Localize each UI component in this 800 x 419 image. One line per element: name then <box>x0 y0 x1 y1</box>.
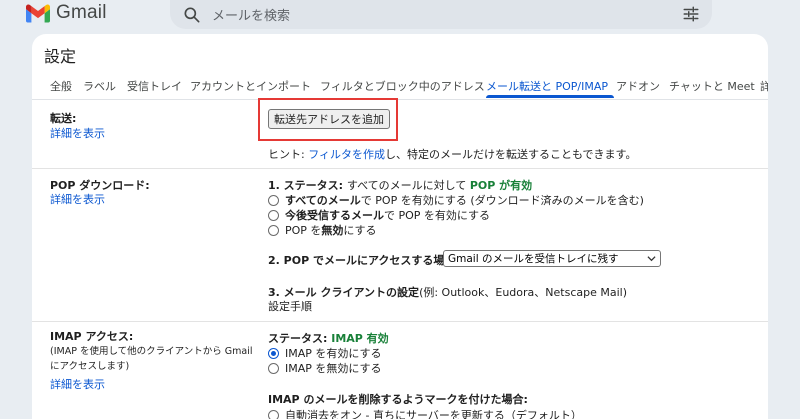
section-divider <box>32 321 768 322</box>
chevron-down-icon <box>647 256 656 262</box>
pop-option-all-mail[interactable]: すべてのメールで POP を有効にする (ダウンロード済みのメールを含む) <box>268 192 644 208</box>
imap-option-enable[interactable]: IMAP を有効にする <box>268 345 382 361</box>
tab-general[interactable]: 全般 <box>50 78 72 94</box>
hint-prefix: ヒント: <box>268 148 309 161</box>
mail-client-setup: 3. メール クライアントの設定(例: Outlook、Eudora、Netsc… <box>268 284 627 300</box>
gmail-wordmark: Gmail <box>56 2 107 23</box>
pop-option-disable[interactable]: POP を 無効 にする <box>268 222 377 238</box>
pop-status-text: すべてのメールに対して <box>346 179 470 192</box>
radio-button-checked[interactable] <box>268 347 279 359</box>
section-divider <box>32 168 768 169</box>
forwarding-hint: ヒント: フィルタを作成し、特定のメールだけを転送することもできます。 <box>268 146 636 162</box>
search-options-icon[interactable] <box>682 5 700 23</box>
pop-status: 1. ステータス: すべてのメールに対して POP が有効 <box>268 177 532 193</box>
imap-status-prefix: ステータス: <box>268 332 332 345</box>
pop-access-label: 2. POP でメールにアクセスする場合 <box>268 254 456 267</box>
tab-chat-meet[interactable]: チャットと Meet <box>669 78 755 94</box>
imap-delete-option-auto-expunge[interactable]: 自動消去をオン - 直ちにサーバーを更新する（デフォルト） <box>268 407 582 419</box>
gmail-m-icon <box>26 4 50 22</box>
tab-forwarding-pop-imap[interactable]: メール転送と POP/IMAP <box>486 78 608 94</box>
pop-option-new-mail[interactable]: 今後受信するメールで POP を有効にする <box>268 207 490 223</box>
tab-inbox[interactable]: 受信トレイ <box>127 78 182 94</box>
client-examples: (例: Outlook、Eudora、Netscape Mail) <box>419 286 627 299</box>
option-bold-text: 今後受信するメール <box>285 209 384 222</box>
gmail-logo[interactable]: Gmail <box>26 2 107 24</box>
option-prefix-text: POP を <box>285 224 322 237</box>
pop-access-select[interactable]: Gmail のメールを受信トレイに残す <box>443 250 661 267</box>
tabs-divider <box>32 99 768 100</box>
hint-suffix: し、特定のメールだけを転送することもできます。 <box>384 148 637 161</box>
tab-more[interactable]: 詳 <box>760 78 768 94</box>
tab-labels[interactable]: ラベル <box>83 78 116 94</box>
radio-button[interactable] <box>268 209 279 221</box>
imap-note: (IMAP を使用して他のクライアントから Gmail にアクセスします) <box>50 346 253 372</box>
forwarding-details-link[interactable]: 詳細を表示 <box>50 125 105 141</box>
radio-button[interactable] <box>268 224 279 236</box>
option-bold-text: 無効 <box>321 224 344 237</box>
option-bold-text: すべてのメール <box>285 194 361 207</box>
forwarding-label: 転送: <box>50 112 77 125</box>
pop-status-value: POP が有効 <box>469 179 533 192</box>
option-text: 自動消去をオン - 直ちにサーバーを更新する（デフォルト） <box>285 409 582 419</box>
search-bar[interactable]: メールを検索 <box>170 0 712 29</box>
tab-addons[interactable]: アドオン <box>616 78 660 94</box>
setup-instructions-link[interactable]: 設定手順 <box>268 298 312 314</box>
create-filter-link[interactable]: フィルタを作成 <box>308 148 385 161</box>
radio-button[interactable] <box>268 409 279 419</box>
add-forwarding-address-button[interactable]: 転送先アドレスを追加 <box>268 109 390 129</box>
imap-option-disable[interactable]: IMAP を無効にする <box>268 360 382 376</box>
imap-delete-label: IMAP のメールを削除するようマークを付けた場合: <box>268 393 528 406</box>
search-icon[interactable] <box>182 5 202 25</box>
option-text: にする <box>343 224 377 237</box>
radio-button[interactable] <box>268 362 279 374</box>
imap-status: ステータス: IMAP 有効 <box>268 330 389 346</box>
imap-status-value: IMAP 有効 <box>331 332 389 345</box>
imap-access-label: IMAP アクセス: <box>50 330 134 343</box>
radio-button[interactable] <box>268 194 279 206</box>
page-title: 設定 <box>44 47 77 66</box>
option-text: IMAP を無効にする <box>285 362 382 375</box>
option-text: で POP を有効にする <box>384 209 491 222</box>
search-input[interactable]: メールを検索 <box>212 5 290 24</box>
option-text: で POP を有効にする (ダウンロード済みのメールを含む) <box>360 194 644 207</box>
pop-access-select-value: Gmail のメールを受信トレイに残す <box>448 253 619 265</box>
tab-filters-blocked[interactable]: フィルタとブロック中のアドレス <box>320 78 485 94</box>
active-tab-indicator <box>486 95 614 98</box>
settings-panel: 設定 全般 ラベル 受信トレイ アカウントとインポート フィルタとブロック中のア… <box>32 34 768 419</box>
settings-tabs: 全般 ラベル 受信トレイ アカウントとインポート フィルタとブロック中のアドレス… <box>32 78 768 98</box>
pop-details-link[interactable]: 詳細を表示 <box>50 191 105 207</box>
tab-accounts-import[interactable]: アカウントとインポート <box>190 78 311 94</box>
pop-status-prefix: 1. ステータス: <box>268 179 347 192</box>
option-text: IMAP を有効にする <box>285 347 382 360</box>
imap-details-link[interactable]: 詳細を表示 <box>50 376 105 392</box>
